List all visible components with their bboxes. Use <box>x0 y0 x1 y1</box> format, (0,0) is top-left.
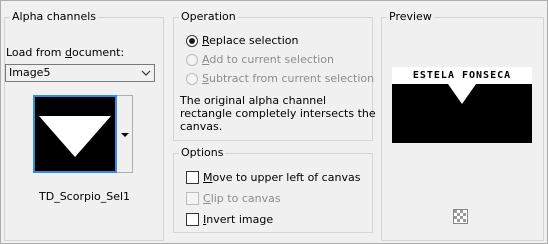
checkbox-move-to-upper-left[interactable] <box>186 171 199 184</box>
chevron-down-icon <box>141 70 151 76</box>
dropdown-arrow-icon <box>121 133 129 137</box>
load-from-document-label: Load from document: <box>6 46 125 59</box>
checkbox-clip-to-canvas[interactable] <box>186 192 199 205</box>
radio-subtract-from-selection[interactable] <box>186 73 198 85</box>
replace-selection-label[interactable]: Replace selection <box>202 34 298 48</box>
thumbnail-dropdown-button[interactable] <box>117 95 133 173</box>
info-text-line1: The original alpha channel <box>180 94 327 107</box>
radio-add-to-selection[interactable] <box>186 54 198 66</box>
info-text-line2: rectangle completely intersects the <box>180 107 376 120</box>
preview-shape <box>392 84 532 143</box>
document-select[interactable]: Image5 <box>5 64 155 82</box>
document-select-value: Image5 <box>9 66 51 79</box>
clip-to-canvas-label[interactable]: Clip to canvas <box>203 192 281 206</box>
channel-name-label: TD_Scorpio_Sel1 <box>39 190 131 203</box>
operation-title: Operation <box>179 10 238 24</box>
preview-image <box>392 84 532 143</box>
checkerboard-icon[interactable] <box>453 209 468 224</box>
checkerboard-pattern <box>454 210 467 223</box>
options-title: Options <box>179 146 226 160</box>
preview-title: Preview <box>387 10 434 24</box>
subtract-from-selection-label[interactable]: Subtract from current selection <box>202 72 374 86</box>
thumbnail-image <box>35 97 115 171</box>
move-to-upper-left-label[interactable]: Move to upper left of canvas <box>203 171 360 185</box>
alpha-channel-thumbnail[interactable] <box>33 95 117 173</box>
checkbox-invert-image[interactable] <box>186 213 199 226</box>
alpha-channels-title: Alpha channels <box>10 10 99 24</box>
add-to-selection-label[interactable]: Add to current selection <box>202 53 334 67</box>
preview-watermark: ESTELA FONSECA <box>392 67 532 84</box>
radio-replace-selection[interactable] <box>186 35 198 47</box>
invert-image-label[interactable]: Invert image <box>203 213 273 227</box>
info-text-line3: canvas. <box>180 120 223 133</box>
